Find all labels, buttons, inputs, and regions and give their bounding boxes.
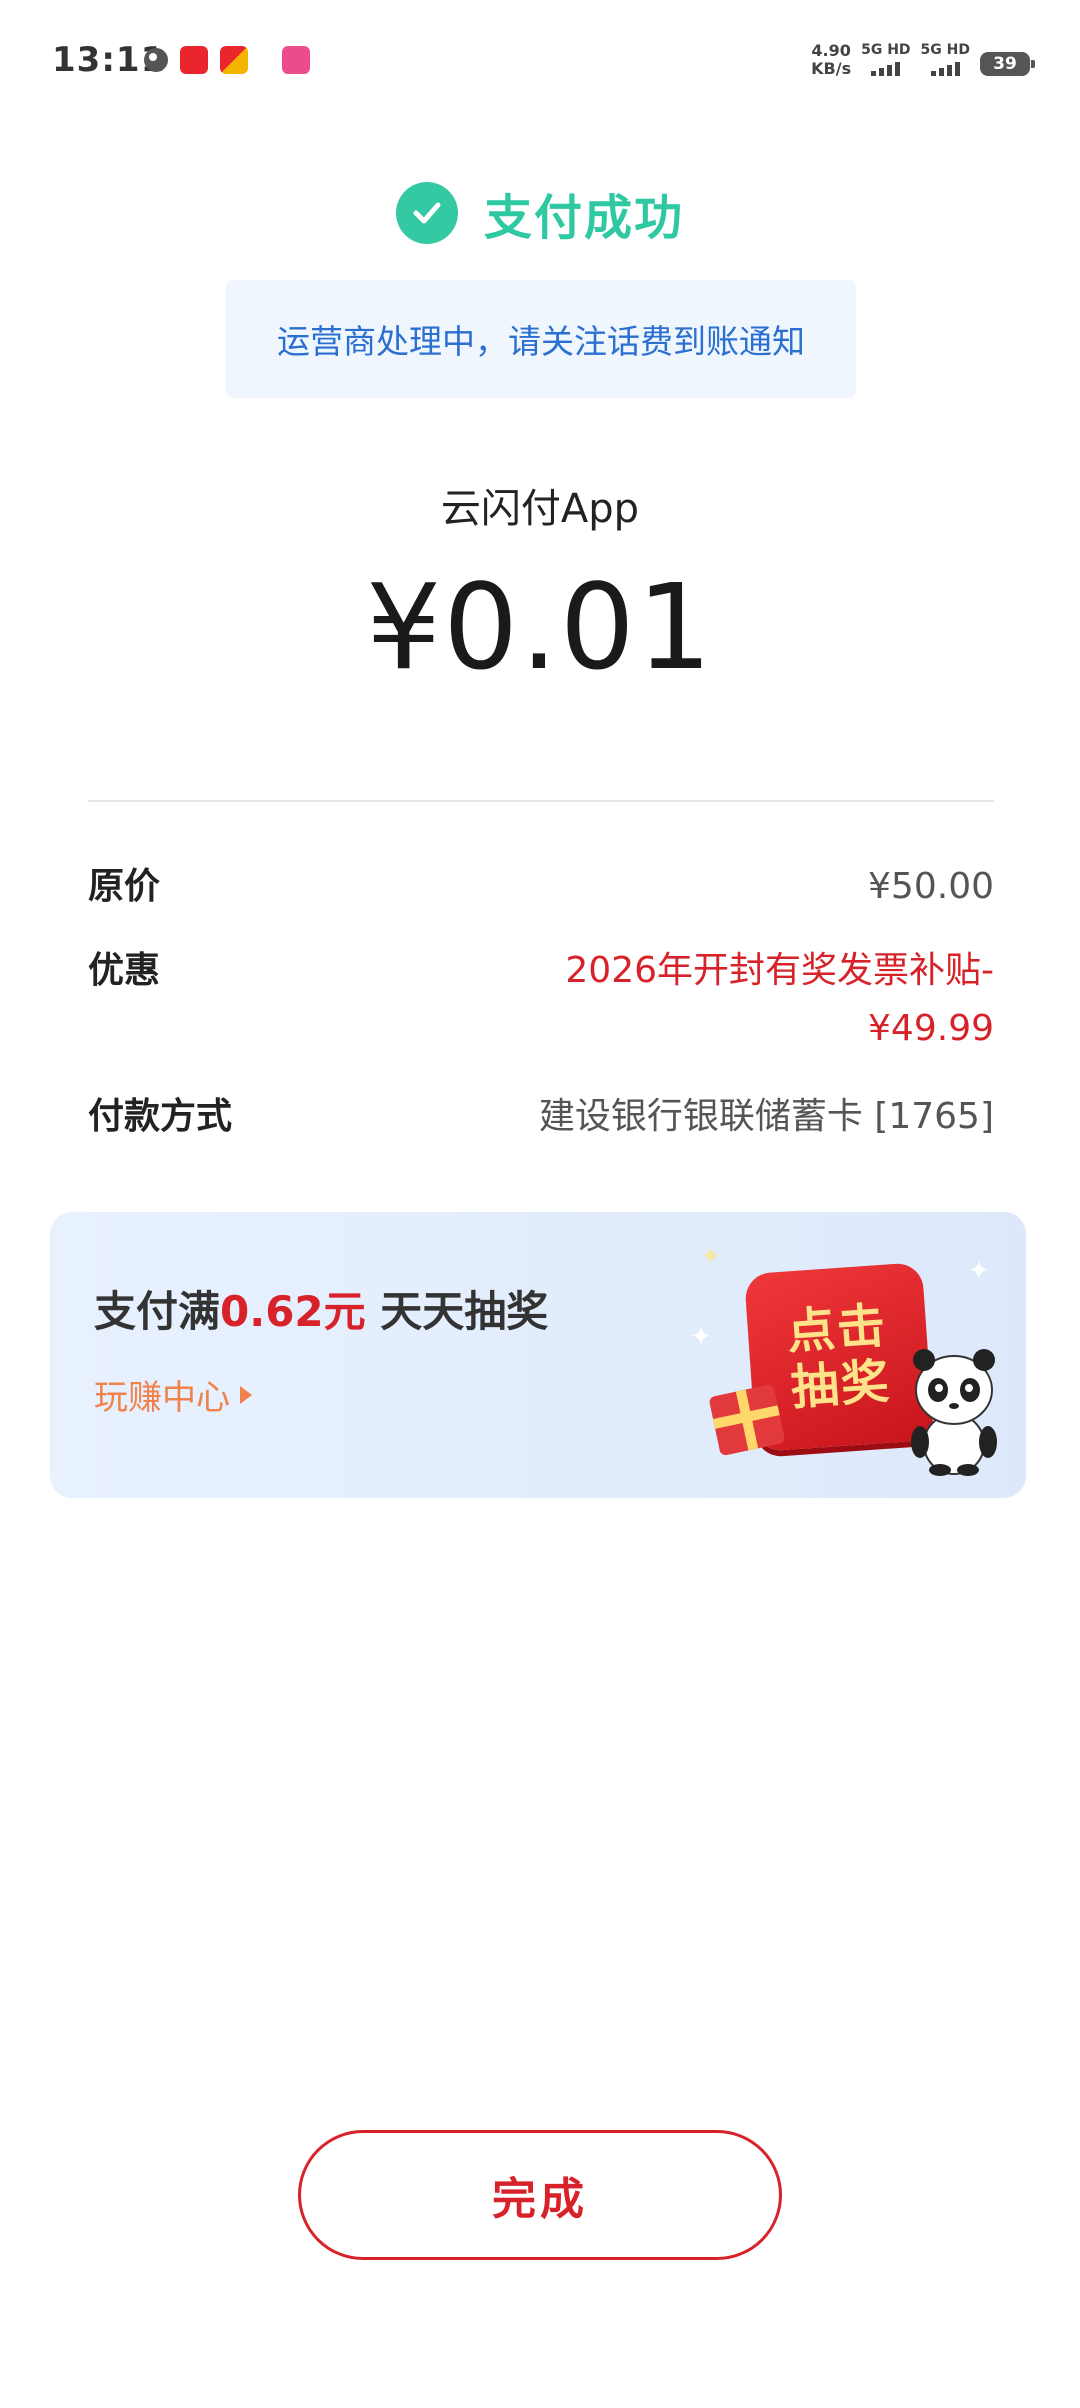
sim1-label: 5G HD <box>861 42 911 58</box>
app-notification-icon <box>180 46 208 74</box>
payment-method-row: 付款方式 建设银行银联储蓄卡 [1765] <box>88 1088 994 1146</box>
battery-icon: 39 <box>980 52 1035 76</box>
sparkle-icon: ✦ <box>690 1322 712 1352</box>
play-earn-center-label: 玩赚中心 <box>94 1378 230 1418</box>
system-status-icons: 4.90 KB/s 5G HD 5G HD 39 <box>811 42 1035 78</box>
check-circle-icon <box>395 182 458 244</box>
promo-threshold-amount: 0.62元 <box>220 1287 366 1336</box>
sparkle-icon: ✦ <box>700 1242 722 1272</box>
done-button-label: 完成 <box>492 2174 588 2225</box>
discount-amount: ¥49.99 <box>868 1008 994 1049</box>
lottery-promo-card[interactable]: 支付满0.62元 天天抽奖 玩赚中心 ✦ ✦ ✦ 点击 抽奖 <box>50 1212 1026 1498</box>
discount-value: 2026年开封有奖发票补贴- ¥49.99 <box>565 942 994 1058</box>
sim1-signal: 5G HD <box>861 42 911 76</box>
network-speed-unit: KB/s <box>811 59 852 78</box>
signal-icon <box>871 60 901 76</box>
triangle-right-icon <box>240 1385 252 1404</box>
sim2-signal: 5G HD <box>921 42 970 76</box>
sim2-label: 5G HD <box>920 42 970 58</box>
app-notification-icon <box>220 46 248 74</box>
discount-row: 优惠 2026年开封有奖发票补贴- ¥49.99 <box>88 942 994 1058</box>
sparkle-icon: ✦ <box>968 1256 990 1286</box>
merchant-name: 云闪付App <box>440 486 640 532</box>
success-title: 支付成功 <box>483 190 684 246</box>
paid-amount: ¥0.01 <box>366 558 714 696</box>
globe-icon <box>144 48 168 72</box>
play-earn-center-link[interactable]: 玩赚中心 <box>94 1370 252 1419</box>
panda-mascot-icon <box>911 1349 997 1476</box>
discount-label: 优惠 <box>88 950 161 991</box>
carrier-notice: 运营商处理中，请关注话费到账通知 <box>226 280 856 398</box>
status-bar: 13:11 4.90 KB/s 5G HD 5G HD 39 <box>0 0 1080 130</box>
done-button[interactable]: 完成 <box>298 2130 782 2260</box>
original-price-value: ¥50.00 <box>868 866 994 907</box>
network-speed-value: 4.90 <box>811 41 851 60</box>
promo-title: 支付满0.62元 天天抽奖 <box>94 1278 548 1339</box>
lottery-button-line2: 抽奖 <box>789 1353 893 1417</box>
payment-method-label: 付款方式 <box>88 1096 233 1137</box>
promo-title-suffix: 天天抽奖 <box>365 1287 549 1336</box>
original-price-label: 原价 <box>88 866 161 907</box>
discount-description: 2026年开封有奖发票补贴- <box>565 950 994 991</box>
app-notification-icon <box>282 46 310 74</box>
payment-method-value: 建设银行银联储蓄卡 [1765] <box>538 1096 994 1137</box>
lottery-button-line1: 点击 <box>785 1297 889 1361</box>
original-price-row: 原价 ¥50.00 <box>88 858 994 916</box>
network-speed: 4.90 KB/s <box>811 42 851 78</box>
carrier-notice-text: 运营商处理中，请关注话费到账通知 <box>277 322 805 361</box>
payment-success-header: 支付成功 <box>0 178 1080 248</box>
signal-icon <box>930 60 960 76</box>
promo-title-prefix: 支付满 <box>94 1287 221 1336</box>
divider <box>88 800 994 802</box>
notification-icons <box>144 46 310 74</box>
